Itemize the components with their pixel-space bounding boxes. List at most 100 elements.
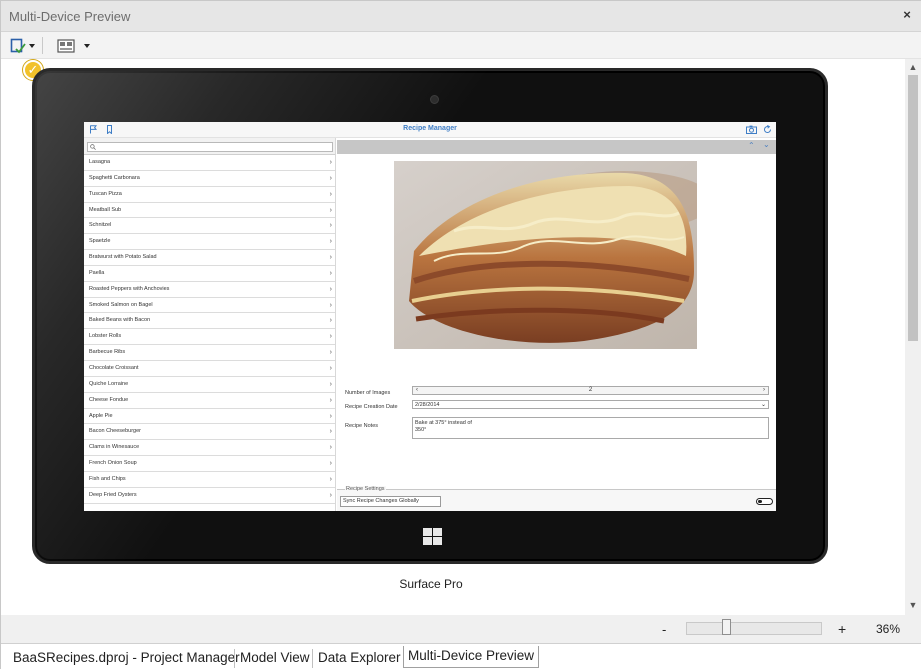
camera-icon[interactable] [746, 125, 757, 134]
chevron-down-icon [29, 44, 35, 48]
list-item[interactable]: Lobster Rolls › [84, 329, 335, 346]
list-item[interactable]: Chocolate Croissant › [84, 361, 335, 377]
chevron-right-icon: › [329, 396, 332, 404]
list-item[interactable]: Schnitzel › [84, 218, 335, 235]
chevron-down-icon[interactable]: ⌄ [763, 140, 770, 149]
chevron-right-icon: › [329, 174, 332, 182]
device-screen: Recipe Manager Lasagna › Spaghetti Carbo… [84, 122, 776, 511]
tab-model-view[interactable]: Model View [236, 648, 314, 668]
chevron-right-icon: › [329, 380, 332, 388]
multi-device-preview-window: Multi-Device Preview × ▲ ▼ ✓ Recipe Mana… [0, 0, 921, 670]
toolbar-divider [42, 37, 43, 54]
list-item[interactable]: Barbecue Ribs › [84, 345, 335, 361]
list-item[interactable]: French Onion Soup › [84, 456, 335, 472]
chevron-right-icon[interactable]: › [763, 387, 765, 393]
app-header: Recipe Manager [84, 122, 776, 138]
list-item[interactable]: Bratwurst with Potato Salad › [84, 250, 335, 266]
camera-icon [430, 95, 439, 104]
list-item[interactable]: Roasted Peppers with Anchovies › [84, 282, 335, 298]
list-item[interactable]: Smoked Salmon on Bagel › [84, 298, 335, 314]
list-item[interactable]: Fish and Chips › [84, 472, 335, 488]
chevron-right-icon: › [329, 491, 332, 499]
preview-toolbar [1, 32, 921, 59]
vertical-scrollbar[interactable]: ▲ ▼ [905, 59, 921, 615]
device-check-icon [10, 38, 26, 54]
recipe-name: Meatball Sub [89, 206, 122, 213]
chevron-right-icon: › [329, 238, 332, 246]
scroll-up-icon[interactable]: ▲ [908, 62, 918, 72]
window-titlebar: Multi-Device Preview × [1, 1, 921, 32]
zoom-out-button[interactable]: - [662, 622, 666, 637]
search-icon [90, 144, 96, 150]
zoom-in-button[interactable]: + [838, 621, 846, 637]
recipe-name: Schnitzel [89, 222, 112, 229]
chevron-right-icon: › [329, 285, 332, 293]
creation-date-picker[interactable]: 2/28/2014 ⌄ [412, 400, 769, 409]
chevron-right-icon: › [329, 349, 332, 357]
zoom-slider-track[interactable] [686, 622, 822, 635]
chevron-right-icon: › [329, 317, 332, 325]
view-layout-icon [57, 39, 75, 53]
recipe-name: Paella [89, 269, 105, 276]
chevron-right-icon: › [329, 333, 332, 341]
scroll-down-icon[interactable]: ▼ [908, 600, 918, 610]
creation-date-label: Recipe Creation Date [345, 404, 398, 410]
list-item[interactable]: Apple Pie › [84, 409, 335, 425]
recipe-name: Spaghetti Carbonara [89, 174, 140, 181]
chevron-down-icon: ⌄ [760, 402, 766, 408]
list-item[interactable]: Lasagna › [84, 155, 335, 171]
recipe-name: Smoked Salmon on Bagel [89, 301, 153, 308]
list-item[interactable]: Spaetzle › [84, 234, 335, 251]
list-item[interactable]: Cheese Fondue › [84, 393, 335, 409]
number-of-images-stepper[interactable]: ‹ 2 › [412, 386, 769, 395]
recipe-settings-group: Recipe Settings Sync Recipe Changes Glob… [337, 486, 776, 511]
list-item[interactable]: Quiche Lorraine › [84, 377, 335, 393]
refresh-icon[interactable] [763, 125, 772, 134]
recipe-name: Spaetzle [89, 238, 111, 245]
tab-project-manager[interactable]: BaaSRecipes.dproj - Project Manager [9, 648, 244, 668]
chevron-right-icon: › [329, 159, 332, 166]
recipe-photo [394, 161, 697, 349]
chevron-right-icon: › [329, 428, 332, 436]
layout-options-button[interactable] [57, 36, 90, 56]
close-icon[interactable]: × [900, 8, 914, 22]
tab-data-explorer[interactable]: Data Explorer [314, 648, 405, 668]
recipe-notes-field[interactable]: Bake at 375° instead of 350° [412, 417, 769, 439]
recipe-name: Roasted Peppers with Anchovies [89, 285, 170, 292]
list-item[interactable]: Baked Beans with Bacon › [84, 313, 335, 330]
recipe-name: Baked Beans with Bacon [89, 317, 151, 324]
chevron-right-icon: › [329, 190, 332, 198]
chevron-right-icon: › [329, 301, 332, 309]
zoom-slider-thumb[interactable] [722, 619, 731, 635]
list-item[interactable]: Paella › [84, 266, 335, 282]
scrollbar-thumb[interactable] [908, 75, 918, 341]
number-of-images-label: Number of Images [345, 390, 391, 396]
recipe-name: Tuscan Pizza [89, 190, 122, 197]
chevron-right-icon: › [329, 444, 332, 452]
chevron-right-icon: › [329, 206, 332, 214]
recipe-name: Apple Pie [89, 412, 113, 419]
list-item[interactable]: Spaghetti Carbonara › [84, 171, 335, 187]
recipe-name: French Onion Soup [89, 460, 137, 467]
sync-changes-label: Sync Recipe Changes Globally [340, 496, 441, 507]
recipe-name: Cheese Fondue [89, 396, 129, 403]
list-item[interactable]: Clams in Winesauce › [84, 440, 335, 457]
chevron-right-icon: › [329, 364, 332, 372]
chevron-up-icon[interactable]: ⌃ [748, 141, 755, 150]
recipe-name: Barbecue Ribs [89, 349, 126, 356]
search-input[interactable] [87, 142, 333, 152]
list-item[interactable]: Tuscan Pizza › [84, 187, 335, 203]
device-name-label: Surface Pro [399, 577, 463, 591]
sync-changes-toggle[interactable] [756, 498, 773, 505]
list-item[interactable]: Deep Fried Oysters › [84, 488, 335, 504]
recipe-name: Clams in Winesauce [89, 444, 140, 451]
select-devices-button[interactable] [10, 36, 35, 56]
list-item[interactable]: Bacon Cheeseburger › [84, 424, 335, 441]
bottom-tab-bar: BaaSRecipes.dproj - Project Manager Mode… [1, 643, 921, 670]
recipe-name: Bacon Cheeseburger [89, 428, 141, 435]
tab-multi-device-preview[interactable]: Multi-Device Preview [403, 646, 540, 668]
chevron-right-icon: › [329, 269, 332, 277]
recipe-notes-label: Recipe Notes [345, 423, 379, 429]
list-item[interactable]: Meatball Sub › [84, 203, 335, 219]
recipe-name: Lasagna [89, 159, 111, 165]
